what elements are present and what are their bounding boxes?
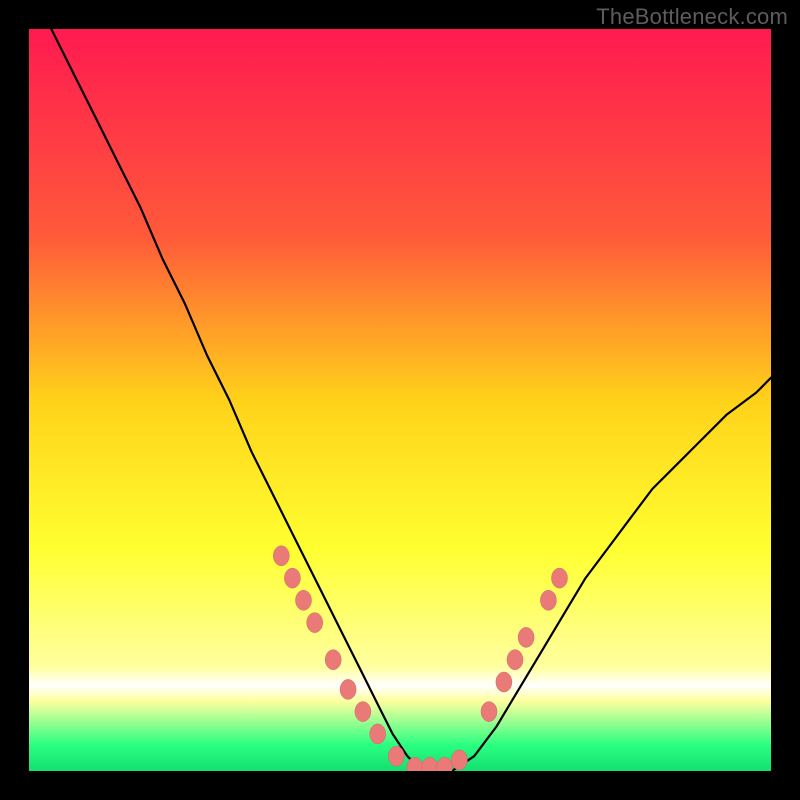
data-marker <box>481 702 497 722</box>
data-marker <box>388 746 404 766</box>
data-marker <box>552 568 568 588</box>
data-marker <box>451 750 467 770</box>
data-marker <box>307 613 323 633</box>
data-marker <box>540 590 556 610</box>
data-marker <box>325 650 341 670</box>
data-marker <box>273 546 289 566</box>
data-marker <box>370 724 386 744</box>
data-marker <box>284 568 300 588</box>
watermark-text: TheBottleneck.com <box>596 4 788 30</box>
data-marker <box>518 627 534 647</box>
bottleneck-chart <box>29 29 771 771</box>
data-marker <box>296 590 312 610</box>
data-marker <box>496 672 512 692</box>
data-marker <box>507 650 523 670</box>
data-marker <box>340 679 356 699</box>
data-marker <box>355 702 371 722</box>
outer-frame: TheBottleneck.com <box>0 0 800 800</box>
